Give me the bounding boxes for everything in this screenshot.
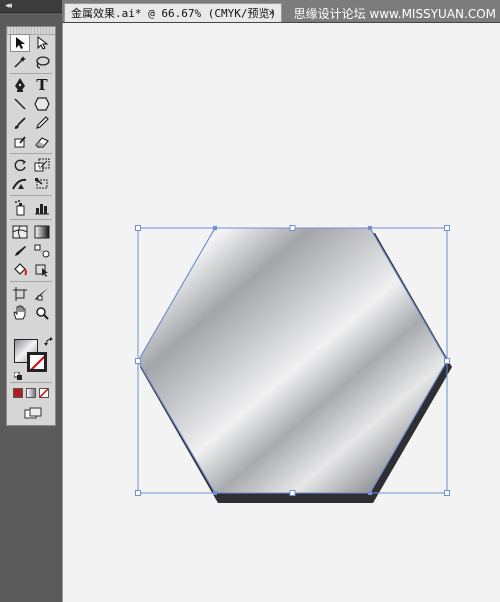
blob-brush-tool-icon[interactable] (10, 133, 30, 151)
pen-tool-icon[interactable] (10, 76, 30, 94)
resize-handle-ne[interactable] (444, 225, 450, 231)
color-mode-button[interactable] (13, 388, 23, 398)
paintbrush-tool-icon[interactable] (10, 114, 30, 132)
document-tab[interactable]: 金属效果.ai* @ 66.67% (CMYK/预览) × (64, 3, 282, 22)
line-segment-tool-icon[interactable] (10, 95, 30, 113)
magic-wand-tool-icon[interactable] (10, 53, 30, 71)
selection-tool-icon[interactable] (10, 34, 30, 52)
resize-handle-nw[interactable] (135, 225, 141, 231)
free-transform-tool-icon[interactable] (32, 175, 52, 193)
direct-selection-tool-icon[interactable] (32, 34, 52, 52)
type-tool-icon[interactable]: T (32, 76, 52, 94)
tool-strip: ◂◂ T (0, 0, 62, 602)
tools-divider (10, 382, 52, 383)
gradient-tool-icon[interactable] (32, 223, 52, 241)
site-watermark: 思缘设计论坛 www.MISSYUAN.COM (293, 7, 496, 21)
resize-handle-s[interactable] (289, 490, 296, 496)
zoom-tool-icon[interactable] (32, 304, 52, 322)
artboard-tool-icon[interactable] (10, 285, 30, 303)
tools-panel: T (6, 26, 56, 426)
anchor-point[interactable] (368, 226, 372, 230)
screen-mode-icon[interactable] (24, 404, 42, 419)
polygon-tool-icon[interactable] (32, 95, 52, 113)
stroke-swatch[interactable] (27, 352, 47, 372)
anchor-point[interactable] (213, 491, 217, 495)
column-graph-tool-icon[interactable] (32, 199, 52, 217)
live-paint-bucket-tool-icon[interactable] (10, 261, 30, 279)
tools-divider (10, 153, 52, 154)
tools-divider (10, 73, 52, 74)
blend-tool-icon[interactable] (32, 242, 52, 260)
document-tab-title: 金属效果.ai* @ 66.67% (CMYK/预览) (71, 7, 277, 20)
symbol-sprayer-tool-icon[interactable] (10, 199, 30, 217)
default-colors-icon[interactable] (13, 365, 22, 380)
none-mode-button[interactable] (39, 388, 49, 398)
pencil-tool-icon[interactable] (32, 114, 52, 132)
collapse-panel-icon[interactable]: ◂◂ (5, 0, 12, 12)
swap-fill-stroke-icon[interactable] (44, 337, 54, 350)
scale-tool-icon[interactable] (32, 156, 52, 174)
anchor-point[interactable] (368, 491, 372, 495)
tools-divider (10, 281, 52, 282)
eyedropper-tool-icon[interactable] (10, 242, 30, 260)
resize-handle-w[interactable] (135, 358, 141, 364)
mesh-tool-icon[interactable] (10, 223, 30, 241)
width-tool-icon[interactable] (10, 175, 30, 193)
lasso-tool-icon[interactable] (32, 53, 52, 71)
anchor-point[interactable] (213, 226, 217, 230)
tools-divider (10, 195, 52, 196)
artwork-layer (135, 225, 452, 503)
tool-strip-header: ◂◂ (0, 0, 62, 13)
rotate-tool-icon[interactable] (10, 156, 30, 174)
live-paint-selection-tool-icon[interactable] (32, 261, 52, 279)
tools-divider (10, 219, 52, 220)
resize-handle-se[interactable] (444, 490, 450, 496)
resize-handle-sw[interactable] (135, 490, 141, 496)
close-tab-icon[interactable]: × (268, 6, 275, 19)
eraser-tool-icon[interactable] (32, 133, 52, 151)
gradient-mode-button[interactable] (26, 388, 36, 398)
slice-tool-icon[interactable] (32, 285, 52, 303)
resize-handle-e[interactable] (444, 358, 450, 364)
resize-handle-n[interactable] (289, 225, 296, 231)
document-tab-bar: 金属效果.ai* @ 66.67% (CMYK/预览) × 思缘设计论坛 www… (62, 0, 500, 23)
hand-tool-icon[interactable] (10, 304, 30, 322)
